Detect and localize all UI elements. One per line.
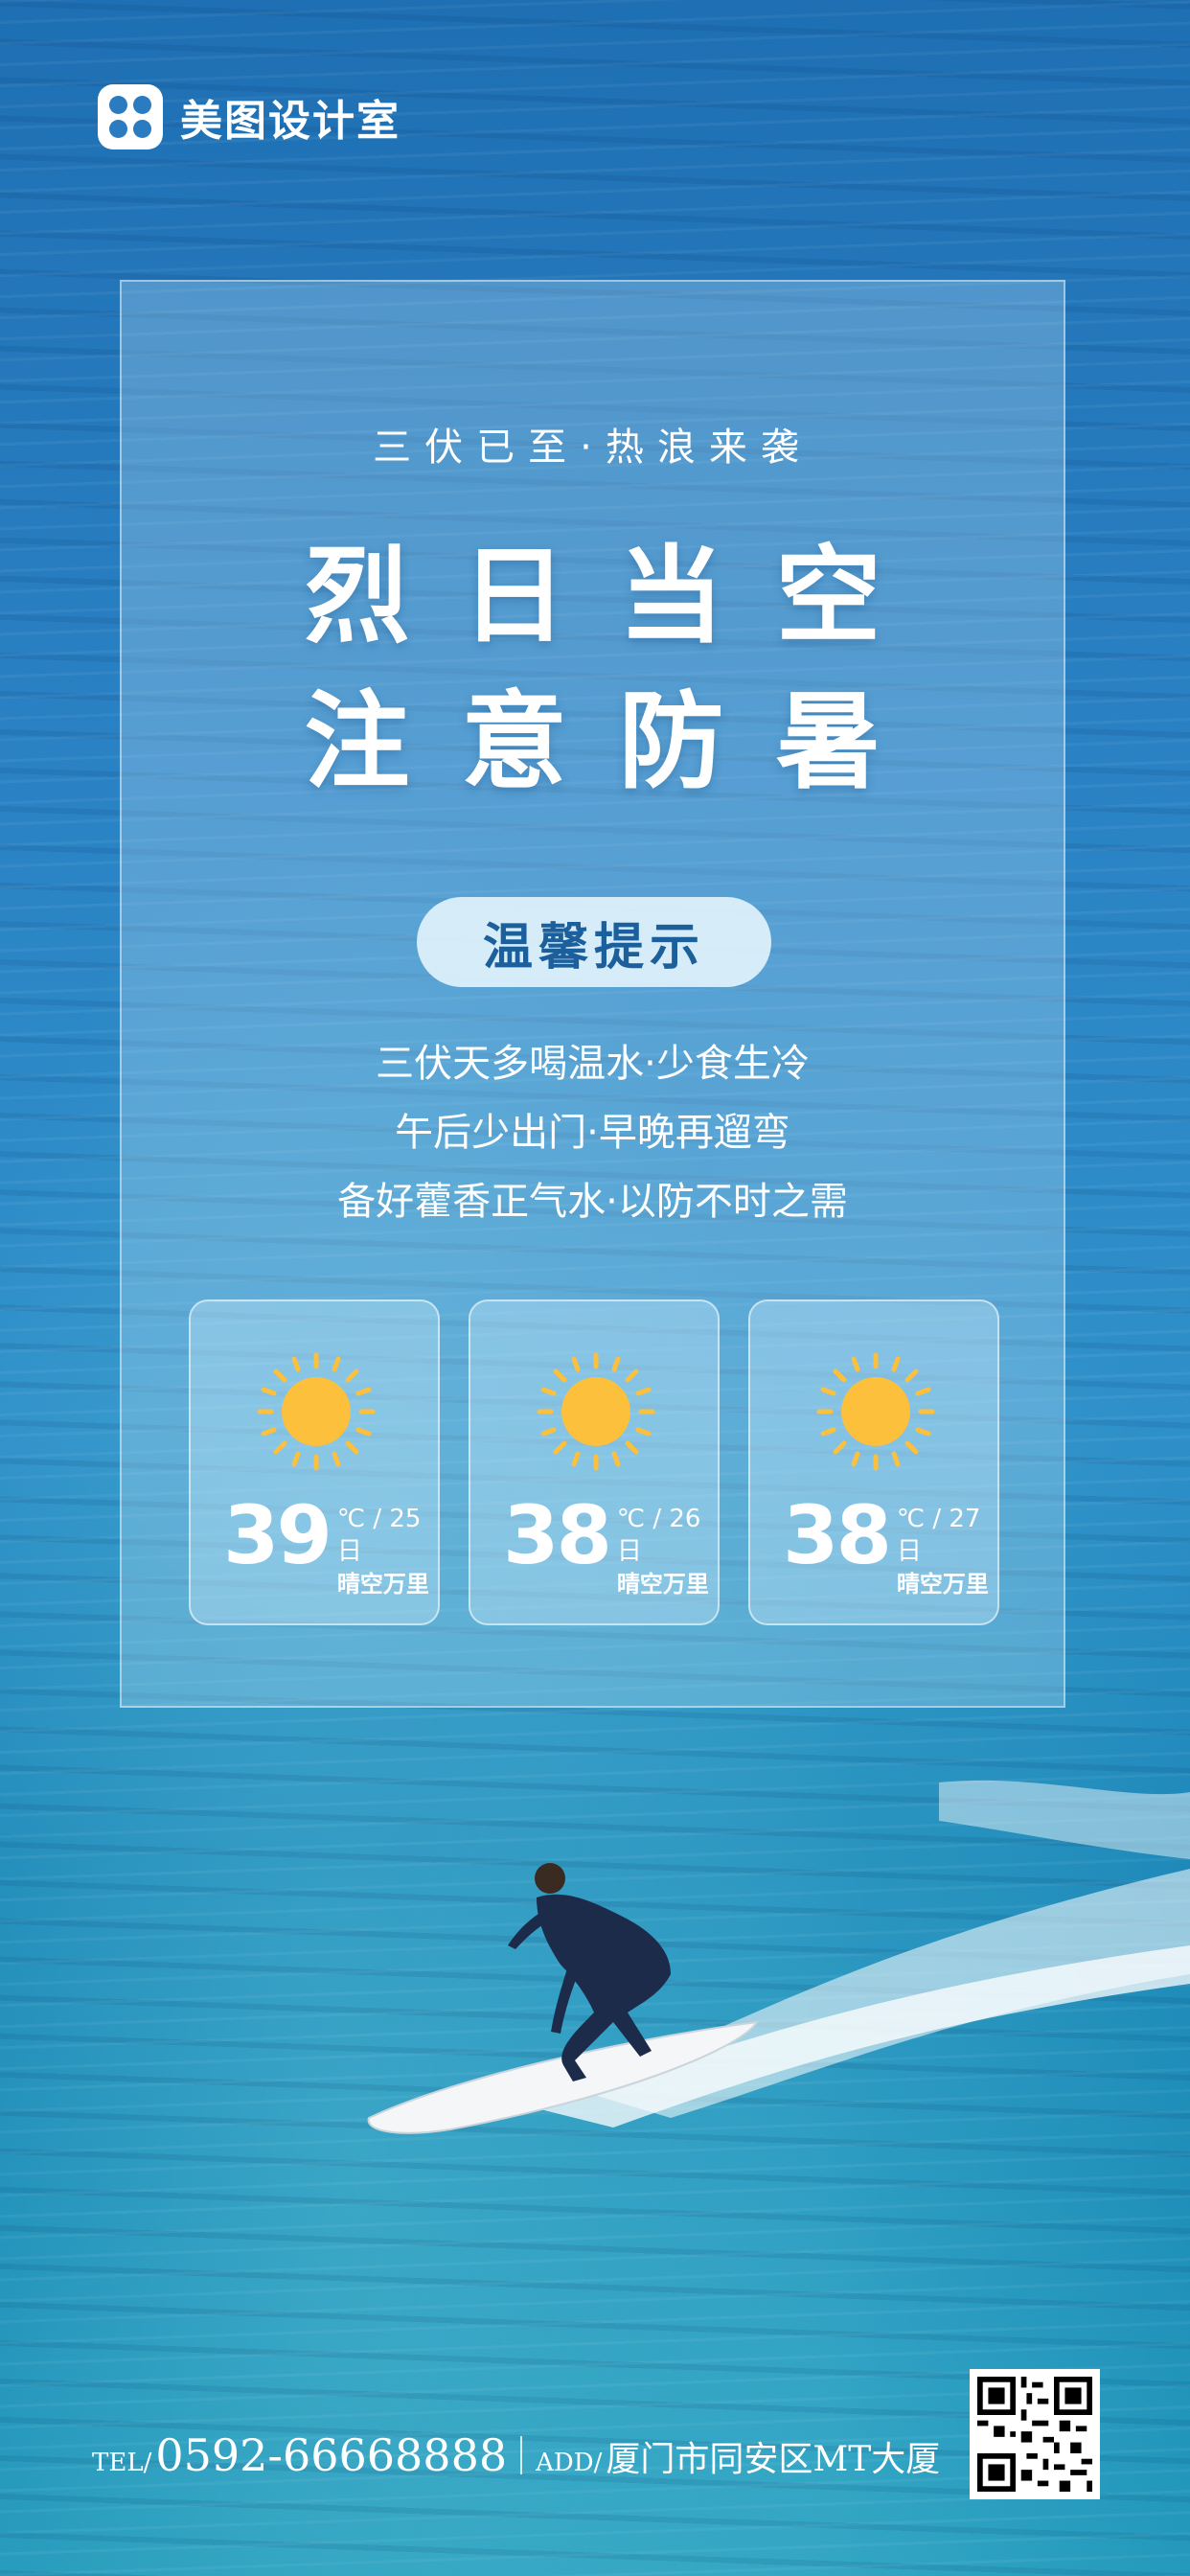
temperature-value: 38 bbox=[503, 1488, 612, 1582]
tip-item: 三伏天多喝温水·少食生冷 bbox=[376, 1042, 810, 1086]
brand-name: 美图设计室 bbox=[180, 97, 400, 146]
temperature-date: ℃ / 26日 bbox=[616, 1505, 701, 1566]
weather-description: 晴空万里 bbox=[616, 1571, 709, 1598]
temperature-value: 38 bbox=[783, 1488, 892, 1582]
temperature-value: 39 bbox=[223, 1488, 332, 1582]
meitu-logo-icon bbox=[98, 84, 163, 150]
address-text: 厦门市同安区MT大厦 bbox=[606, 2440, 941, 2479]
tel-number[interactable]: 0592-66668888 bbox=[155, 2429, 507, 2481]
tip-item: 午后少出门·早晚再遛弯 bbox=[395, 1111, 790, 1155]
sun-icon bbox=[816, 1352, 935, 1471]
sun-icon bbox=[537, 1352, 655, 1471]
qr-code-icon[interactable] bbox=[970, 2369, 1100, 2499]
address-label: ADD/ bbox=[536, 2449, 603, 2477]
sun-icon bbox=[257, 1352, 376, 1471]
forecast-card: 38 ℃ / 26日 晴空万里 bbox=[469, 1300, 720, 1625]
surfer-illustration bbox=[367, 1780, 1190, 2134]
footer-divider bbox=[520, 2436, 523, 2474]
forecast-card: 38 ℃ / 27日 晴空万里 bbox=[748, 1300, 999, 1625]
temperature-date: ℃ / 25日 bbox=[336, 1505, 422, 1566]
forecast-card: 39 ℃ / 25日 晴空万里 bbox=[189, 1300, 440, 1625]
contact-footer: TEL/ 0592-66668888 ADD/ 厦门市同安区MT大厦 bbox=[92, 2429, 940, 2481]
headline-line-2: 注意防暑 bbox=[304, 680, 933, 803]
glass-panel: 三伏已至·热浪来袭 烈日当空 注意防暑 温馨提示 三伏天多喝温水·少食生冷 午后… bbox=[120, 280, 1065, 1708]
headline-line-1: 烈日当空 bbox=[304, 535, 933, 657]
tip-item: 备好藿香正气水·以防不时之需 bbox=[337, 1180, 848, 1224]
weather-description: 晴空万里 bbox=[336, 1571, 429, 1598]
weather-description: 晴空万里 bbox=[896, 1571, 989, 1598]
tel-label: TEL/ bbox=[92, 2449, 152, 2477]
temperature-date: ℃ / 27日 bbox=[896, 1505, 981, 1566]
forecast-cards: 39 ℃ / 25日 晴空万里 38 ℃ / 26日 晴空万里 38 ℃ / 2… bbox=[189, 1300, 999, 1625]
tip-badge: 温馨提示 bbox=[417, 897, 771, 987]
poster-subtitle: 三伏已至·热浪来袭 bbox=[373, 426, 812, 470]
brand-logo: 美图设计室 bbox=[98, 84, 400, 150]
tips-list: 三伏天多喝温水·少食生冷 午后少出门·早晚再遛弯 备好藿香正气水·以防不时之需 bbox=[122, 1029, 1064, 1236]
